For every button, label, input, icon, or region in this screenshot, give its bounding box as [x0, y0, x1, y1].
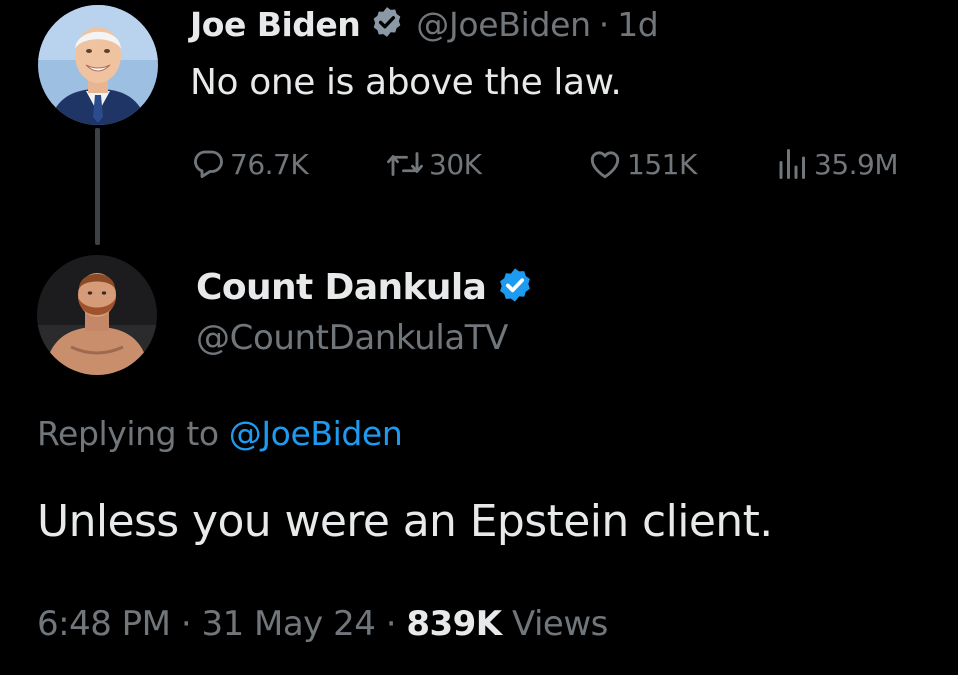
reply-tweet-text: Unless you were an Epstein client. [37, 496, 773, 547]
reply-bubble-icon [194, 150, 223, 179]
header-separator: · [598, 4, 610, 44]
thread-connector-line [95, 128, 100, 245]
count-dankula-avatar[interactable] [37, 255, 157, 375]
heart-icon [590, 151, 620, 179]
tweet-views-count[interactable]: 839K [406, 604, 502, 644]
verified-badge-icon [496, 266, 534, 308]
reply-author-handle[interactable]: @CountDankulaTV [196, 318, 508, 358]
reply-author-name[interactable]: Count Dankula [196, 267, 487, 308]
parent-tweet-text: No one is above the law. [190, 62, 622, 103]
meta-separator: · [180, 604, 192, 644]
tweet-date[interactable]: 31 May 24 [201, 604, 375, 644]
count-dankula-avatar-image [37, 255, 157, 375]
repost-arrows-icon [387, 152, 423, 176]
reply-count: 76.7K [230, 147, 309, 181]
reply-button[interactable]: 76.7K [190, 142, 309, 186]
meta-separator: · [385, 604, 397, 644]
views-count: 35.9M [814, 147, 899, 181]
parent-author-name[interactable]: Joe Biden [190, 5, 361, 44]
joe-biden-avatar[interactable] [38, 5, 158, 125]
repost-button[interactable]: 30K [385, 142, 482, 186]
like-button[interactable]: 151K [587, 142, 697, 186]
replying-to-mention-link[interactable]: @JoeBiden [229, 414, 403, 453]
replying-to-label: Replying to [37, 414, 219, 453]
like-count: 151K [627, 147, 697, 181]
verified-badge-icon [370, 5, 404, 43]
parent-author-handle[interactable]: @JoeBiden [416, 5, 591, 44]
joe-biden-avatar-image [38, 5, 158, 125]
parent-tweet-header: Joe Biden @JoeBiden · 1d [190, 2, 659, 46]
views-button[interactable]: 35.9M [776, 142, 899, 186]
bar-chart-icon [779, 149, 805, 179]
tweet-meta-line: 6:48 PM · 31 May 24 · 839K Views [37, 604, 608, 644]
reply-tweet-header: Count Dankula [196, 263, 534, 311]
replying-to-line: Replying to @JoeBiden [37, 414, 403, 453]
tweet-views-label: Views [511, 604, 608, 644]
repost-count: 30K [429, 147, 482, 181]
parent-timestamp[interactable]: 1d [617, 5, 658, 44]
tweet-time[interactable]: 6:48 PM [37, 604, 171, 644]
